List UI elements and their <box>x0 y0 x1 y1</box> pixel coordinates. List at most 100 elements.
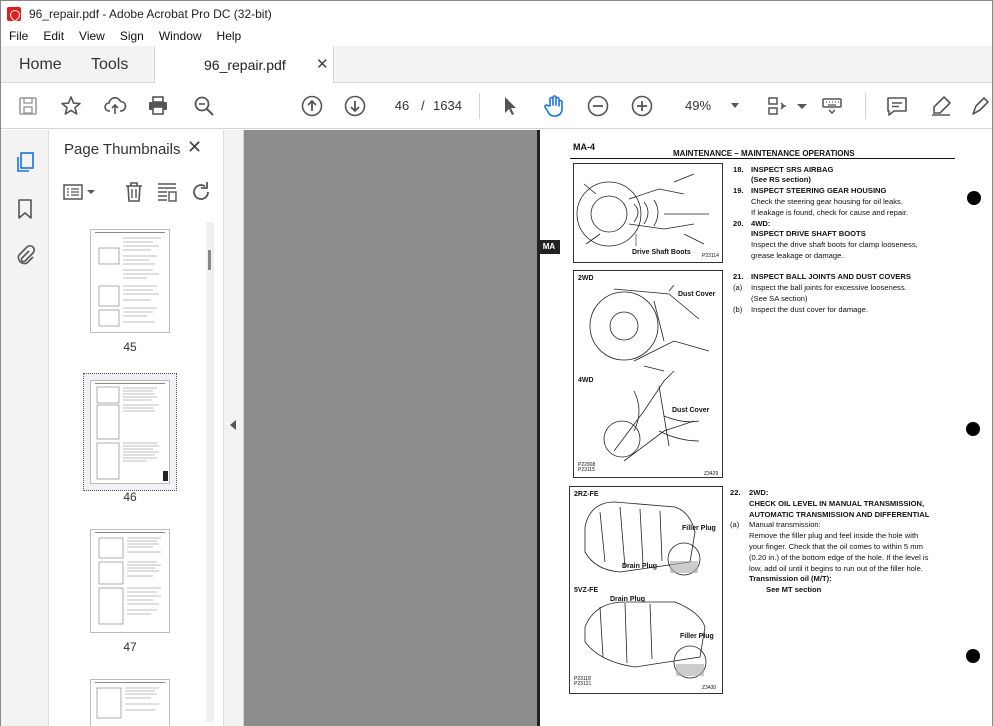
thumbnail-preview <box>95 232 165 327</box>
figure-code: Z3430 <box>702 685 717 691</box>
panel-collapse-bar[interactable] <box>224 130 244 726</box>
panel-close-icon[interactable]: ✕ <box>187 137 202 158</box>
page-thumbnails-icon[interactable] <box>13 150 37 174</box>
hand-tool-icon[interactable] <box>542 94 566 118</box>
substep-text: (See SA section) <box>751 294 808 303</box>
page-fit-icon[interactable] <box>765 94 789 118</box>
step-number: 21. <box>733 272 744 281</box>
page-thumbnail-selected[interactable] <box>90 380 170 484</box>
step-number: 20. <box>733 219 744 228</box>
step-text: Check the steering gear housing for oil … <box>751 197 903 206</box>
figure-drive-shaft-boots: Drive Shaft Boots P23114 <box>573 163 723 263</box>
step-number: 18. <box>733 165 744 174</box>
figure-variant-label: 5VZ-FE <box>574 587 599 594</box>
print-icon[interactable] <box>146 94 170 118</box>
menu-bar: File Edit View Sign Window Help <box>1 26 992 46</box>
comment-icon[interactable] <box>885 94 909 118</box>
step-title: INSPECT STEERING GEAR HOUSING <box>751 186 887 195</box>
step-title: AUTOMATIC TRANSMISSION AND DIFFERENTIAL <box>749 510 930 519</box>
menu-edit[interactable]: Edit <box>35 29 71 43</box>
figure-code: P22908 P23115 <box>578 462 596 473</box>
substep-key: (a) <box>733 283 743 292</box>
menu-help[interactable]: Help <box>209 29 249 43</box>
keyboard-scroll-icon[interactable] <box>820 94 844 118</box>
step-text: your finger. Check that the oil comes to… <box>749 542 923 551</box>
window-title: 96_repair.pdf - Adobe Acrobat Pro DC (32… <box>29 6 272 21</box>
figure-callout: Filler Plug <box>682 525 716 532</box>
step-title: CHECK OIL LEVEL IN MANUAL TRANSMISSION, <box>749 499 925 508</box>
figure-code: P23118 P23121 <box>574 676 592 687</box>
page-thumbnails-panel: Page Thumbnails ✕ 45 46 47 <box>49 130 224 726</box>
header-rule <box>570 158 955 159</box>
step-title: 4WD: <box>751 219 771 228</box>
ball-joint-illustration <box>589 284 710 462</box>
figure-callout: Filler Plug <box>680 633 714 640</box>
zoom-out-icon[interactable] <box>586 94 610 118</box>
rotate-icon[interactable] <box>189 180 213 204</box>
extract-pages-icon[interactable] <box>155 180 179 204</box>
step-text: If leakage is found, check for cause and… <box>751 208 909 217</box>
drive-shaft-illustration <box>576 173 709 247</box>
figure-ball-joints: 2WD Dust Cover 4WD Dust Cover P22908 P23… <box>573 270 723 478</box>
document-view[interactable]: MA-4 MAINTENANCE – MAINTENANCE OPERATION… <box>244 130 992 726</box>
binding-hole-marker <box>966 422 980 436</box>
share-upload-icon[interactable] <box>103 94 127 118</box>
tab-strip: Home Tools 96_repair.pdf ✕ <box>1 46 992 84</box>
bookmark-star-icon[interactable] <box>59 94 83 118</box>
highlight-pen-icon[interactable] <box>929 94 953 118</box>
thumbnail-label: 47 <box>123 640 137 654</box>
figure-code: Z3429 <box>704 471 719 477</box>
step-text: Inspect the drive shaft boots for clamp … <box>751 240 918 249</box>
tab-close-icon[interactable]: ✕ <box>316 55 329 73</box>
page-total: 1634 <box>433 98 462 113</box>
save-icon[interactable] <box>16 94 40 118</box>
figure-variant-label: 2RZ-FE <box>574 491 599 498</box>
menu-window[interactable]: Window <box>151 29 209 43</box>
toolbar-divider <box>865 93 866 119</box>
bookmarks-icon[interactable] <box>13 197 37 221</box>
step-text: Remove the filler plug and feel inside t… <box>749 531 919 540</box>
title-bar: 96_repair.pdf - Adobe Acrobat Pro DC (32… <box>1 1 992 26</box>
tab-tools[interactable]: Tools <box>91 46 128 83</box>
next-page-icon[interactable] <box>343 94 367 118</box>
step-title: INSPECT DRIVE SHAFT BOOTS <box>751 229 866 238</box>
page-thumbnail[interactable] <box>90 679 170 726</box>
select-cursor-icon[interactable] <box>498 94 522 118</box>
section-side-tab: MA <box>538 240 560 254</box>
options-menu-icon[interactable] <box>62 180 96 204</box>
tab-document[interactable]: 96_repair.pdf ✕ <box>154 46 334 84</box>
zoom-search-icon[interactable] <box>192 94 216 118</box>
zoom-in-icon[interactable] <box>630 94 654 118</box>
acrobat-app-icon <box>7 6 21 21</box>
page-fit-dropdown-icon[interactable] <box>790 94 814 118</box>
page-thumbnail[interactable] <box>90 229 170 333</box>
menu-file[interactable]: File <box>1 29 35 43</box>
page-separator: / <box>421 98 425 113</box>
step-text: grease leakage or damage. <box>751 251 844 260</box>
previous-page-icon[interactable] <box>300 94 324 118</box>
figure-transmission-oil: 2RZ-FE Filler Plug Drain Plug 5VZ-FE Dra… <box>569 486 723 694</box>
collapse-arrow-icon[interactable] <box>230 420 236 430</box>
delete-trash-icon[interactable] <box>122 180 146 204</box>
draw-tool-icon[interactable] <box>969 94 991 118</box>
substep-text: Manual transmission: <box>749 520 821 529</box>
page-number-input[interactable]: 46 <box>387 94 417 118</box>
thumbnail-scrollbar-thumb[interactable] <box>208 250 211 270</box>
step-text: (0.20 in.) of the bottom edge of the hol… <box>749 553 929 562</box>
thumbnail-preview <box>95 682 165 719</box>
menu-view[interactable]: View <box>71 29 112 43</box>
step-title: INSPECT BALL JOINTS AND DUST COVERS <box>751 272 911 281</box>
page-thumbnail[interactable] <box>90 529 170 633</box>
spec-title: Transmission oil (M/T): <box>749 574 832 583</box>
page-id: MA-4 <box>573 142 595 152</box>
step-number: 22. <box>730 488 741 497</box>
thumbnail-scrollbar[interactable] <box>206 222 214 722</box>
binding-hole-marker <box>967 191 981 205</box>
step-number: 19. <box>733 186 744 195</box>
attachments-paperclip-icon[interactable] <box>13 244 37 268</box>
zoom-level-select[interactable]: 49% <box>675 94 747 118</box>
menu-sign[interactable]: Sign <box>112 29 151 43</box>
figure-callout: Dust Cover <box>678 291 716 298</box>
figure-callout: Drain Plug <box>610 596 646 603</box>
tab-home[interactable]: Home <box>19 46 62 83</box>
